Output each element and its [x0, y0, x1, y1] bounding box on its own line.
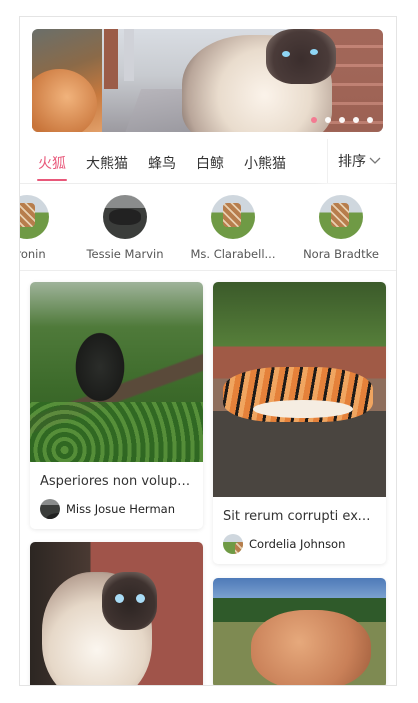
tab-beluga[interactable]: 白鲸: [186, 139, 234, 183]
post-title: Sit rerum corrupti exe...: [223, 509, 378, 524]
post-title: Asperiores non volupt...: [40, 474, 195, 489]
user-name: Cronin: [20, 247, 46, 261]
tab-label: 小熊猫: [244, 156, 286, 172]
active-tab-underline: [37, 179, 67, 181]
tab-giant-panda[interactable]: 大熊猫: [76, 139, 138, 183]
carousel-dot-3[interactable]: [339, 117, 345, 123]
user-item[interactable]: Cronin: [20, 195, 80, 261]
post-author[interactable]: Cordelia Johnson: [213, 524, 386, 564]
post-image-pig: [213, 578, 386, 685]
sort-button[interactable]: 排序: [327, 139, 396, 183]
tab-label: 火狐: [38, 156, 66, 172]
user-name: Tessie Marvin: [86, 247, 164, 261]
author-avatar: [223, 534, 243, 554]
user-name: Ms. Clarabell...: [190, 247, 276, 261]
user-item[interactable]: Tessie Marvin: [72, 195, 178, 261]
tab-label: 白鲸: [196, 156, 224, 172]
author-name: Miss Josue Herman: [66, 502, 175, 516]
tab-label: 蜂鸟: [148, 156, 176, 172]
post-card[interactable]: Asperiores non volupt... Miss Josue Herm…: [30, 282, 203, 529]
tab-label: 大熊猫: [86, 156, 128, 172]
user-carousel[interactable]: Cronin Tessie Marvin Ms. Clarabell... No…: [20, 184, 396, 271]
user-item[interactable]: Ms. Clarabell...: [180, 195, 286, 261]
chevron-down-icon: [369, 157, 381, 164]
post-card[interactable]: [213, 578, 386, 685]
carousel-dot-2[interactable]: [325, 117, 331, 123]
sort-label: 排序: [338, 154, 366, 170]
user-item[interactable]: Nora Bradtke: [288, 195, 394, 261]
carousel-dot-4[interactable]: [353, 117, 359, 123]
app-screen: 火狐 大熊猫 蜂鸟 白鲸 小熊猫 排序 Cron: [19, 16, 397, 686]
tab-firefox[interactable]: 火狐: [28, 139, 76, 183]
post-image-tiger: [213, 282, 386, 497]
carousel-indicator: [311, 117, 373, 123]
banner-slide-partial-fox-photo: [32, 29, 102, 132]
author-avatar: [40, 499, 60, 519]
post-author[interactable]: Miss Josue Herman: [30, 489, 203, 529]
carousel-dot-1[interactable]: [311, 117, 317, 123]
post-card[interactable]: Sit rerum corrupti exe... Cordelia Johns…: [213, 282, 386, 564]
tab-hummingbird[interactable]: 蜂鸟: [138, 139, 186, 183]
post-image-gorilla: [30, 282, 203, 462]
user-avatar: [211, 195, 255, 239]
post-card[interactable]: [30, 542, 203, 685]
author-name: Cordelia Johnson: [249, 537, 346, 551]
user-name: Nora Bradtke: [303, 247, 379, 261]
post-image-siamese-cat: [30, 542, 203, 685]
tab-list: 火狐 大熊猫 蜂鸟 白鲸 小熊猫: [28, 139, 333, 183]
user-avatar: [20, 195, 49, 239]
category-tabs: 火狐 大熊猫 蜂鸟 白鲸 小熊猫 排序: [20, 139, 396, 184]
banner-carousel[interactable]: [32, 29, 383, 132]
user-avatar: [319, 195, 363, 239]
user-avatar: [103, 195, 147, 239]
carousel-dot-5[interactable]: [367, 117, 373, 123]
post-feed: Asperiores non volupt... Miss Josue Herm…: [30, 282, 386, 685]
tab-red-panda[interactable]: 小熊猫: [234, 139, 296, 183]
